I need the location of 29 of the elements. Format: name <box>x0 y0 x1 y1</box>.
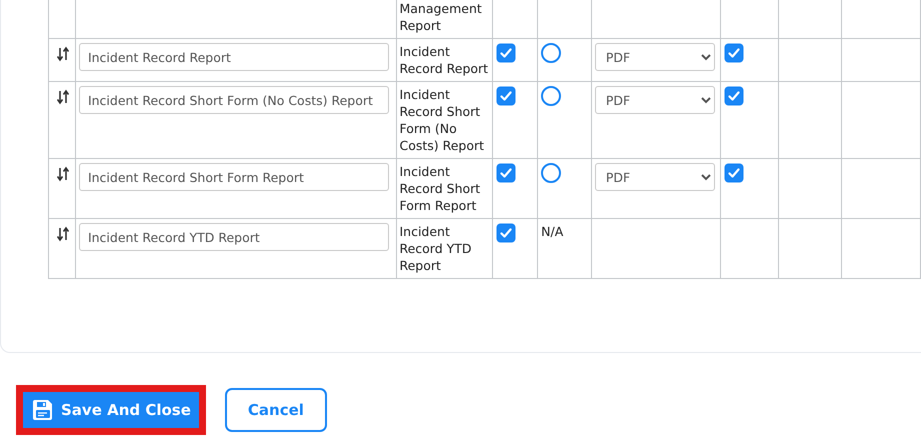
report-name: Incident Record Short Form Report <box>399 163 482 214</box>
email-checkbox[interactable] <box>724 163 744 183</box>
save-button[interactable]: Save And Close <box>23 392 199 428</box>
include-checkbox[interactable] <box>496 43 516 63</box>
report-title-field[interactable]: Incident Record YTD Report <box>78 223 390 251</box>
report-name: Incident Record Short Form (No Costs) Report <box>399 86 486 154</box>
include-checkbox[interactable] <box>496 86 516 106</box>
format-select[interactable]: PDF <box>594 86 715 114</box>
format-select[interactable]: PDF <box>594 163 715 191</box>
reorder-icon[interactable] <box>57 45 69 63</box>
report-title-field[interactable]: Incident Record Short Form Report <box>78 163 390 191</box>
report-title-field[interactable]: Incident Record Short Form (No Costs) Report <box>78 86 390 114</box>
format-select[interactable]: PDF <box>594 43 715 71</box>
reorder-icon[interactable] <box>57 225 69 243</box>
radio-button[interactable] <box>541 86 562 106</box>
cancel-button[interactable]: Cancel <box>224 388 327 432</box>
reorder-icon[interactable] <box>57 88 69 106</box>
report-title-field[interactable]: Incident Record Report <box>78 43 390 71</box>
radio-button[interactable] <box>541 163 562 183</box>
reorder-icon[interactable] <box>57 165 69 183</box>
report-name: Management Report <box>399 0 483 34</box>
report-name: Incident Record Report <box>399 43 490 77</box>
email-checkbox[interactable] <box>724 86 744 106</box>
email-checkbox[interactable] <box>724 43 744 63</box>
report-name: Incident Record YTD Report <box>399 223 473 274</box>
radio-button[interactable] <box>541 43 562 63</box>
include-checkbox[interactable] <box>496 163 516 183</box>
not-applicable-text: N/A <box>541 224 564 239</box>
include-checkbox[interactable] <box>496 223 516 243</box>
